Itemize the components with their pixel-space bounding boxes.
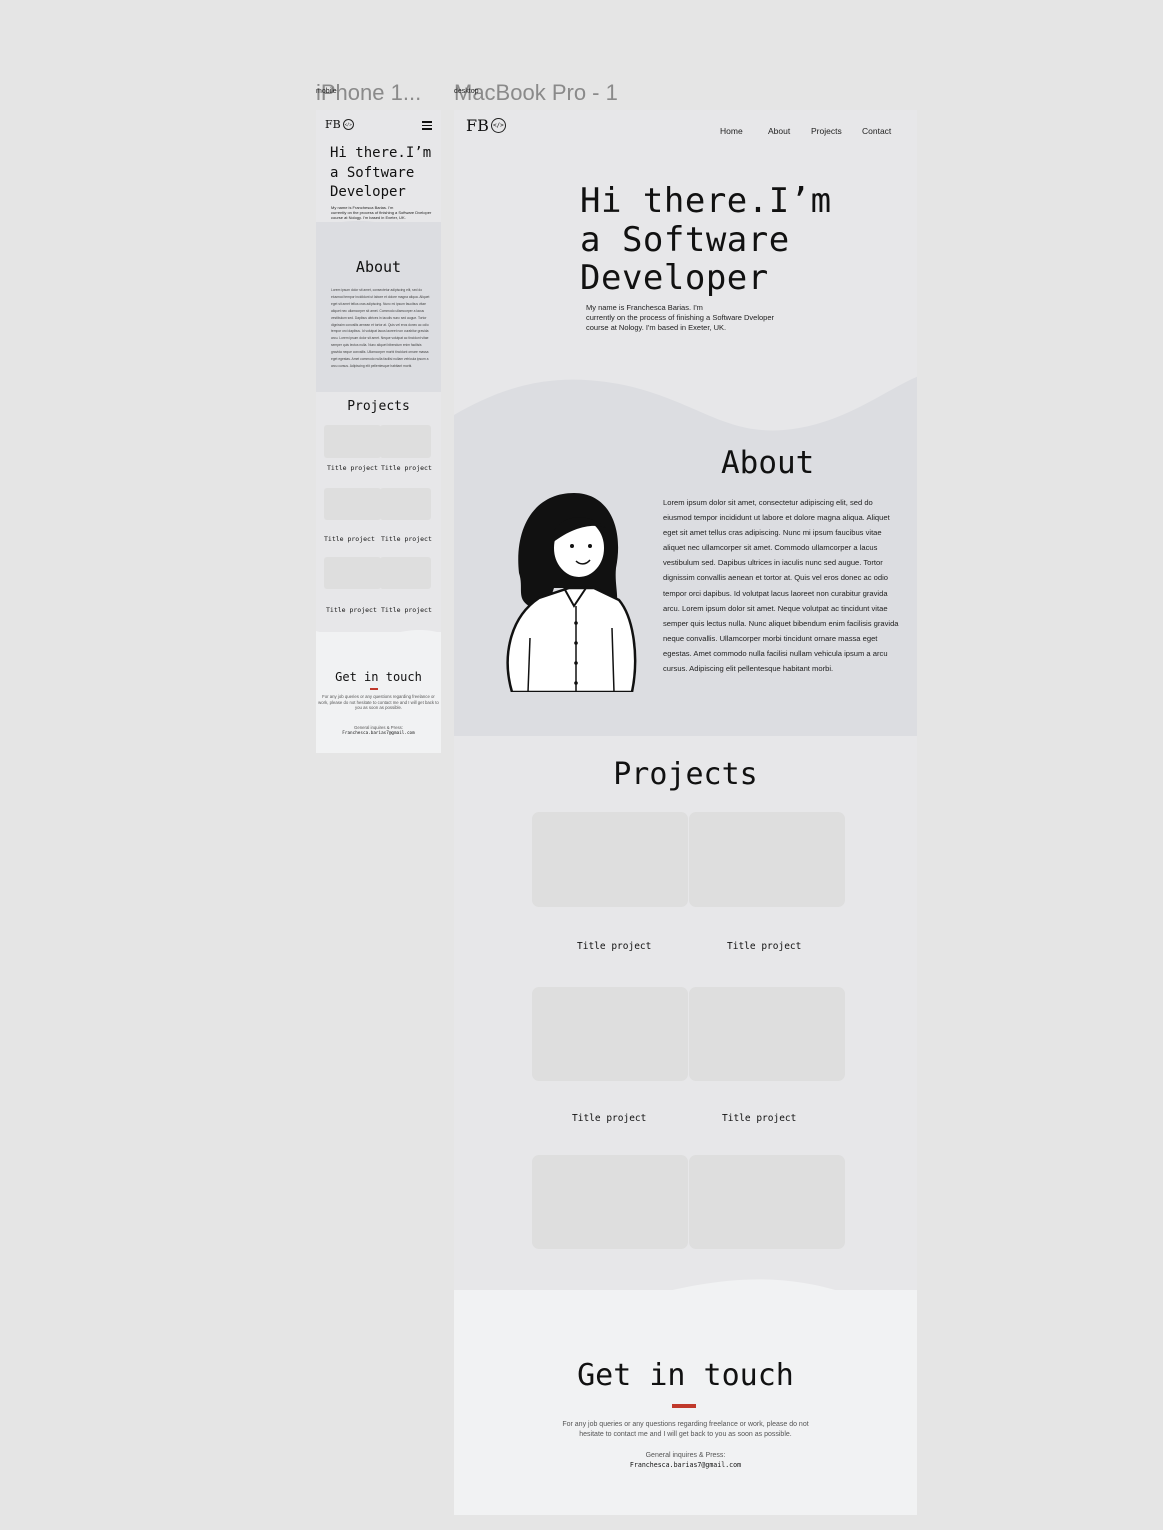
logo[interactable]: FB </> [325, 118, 354, 131]
project-title[interactable]: Title project [727, 941, 801, 952]
contact-title: Get in touch [335, 670, 422, 684]
contact-text-line-2: hesitate to contact me and I will get ba… [354, 699, 439, 711]
logo-text: FB [466, 116, 489, 135]
contact-text: For any job queries or any questions reg… [554, 1420, 817, 1439]
hero-line-3: Developer [580, 258, 769, 298]
desktop-frame-label: desktop [454, 88, 479, 95]
nav-about[interactable]: About [768, 126, 790, 136]
project-card[interactable] [532, 812, 688, 907]
nav-contact[interactable]: Contact [862, 126, 891, 136]
wave-divider [316, 629, 441, 641]
hamburger-menu-icon[interactable] [422, 121, 432, 132]
desktop-frame[interactable]: FB </> Home About Projects Contact Hi th… [454, 110, 917, 1515]
nav-projects[interactable]: Projects [811, 126, 842, 136]
hero-title: Hi there.I’m a Software Developer [580, 182, 900, 298]
project-card[interactable] [380, 488, 431, 520]
contact-section [454, 1290, 917, 1515]
about-text: Lorem ipsum dolor sit amet, consectetur … [331, 288, 430, 368]
project-card[interactable] [689, 987, 845, 1081]
hero-title: Hi there.I’m a Software Developer [330, 144, 438, 203]
project-card[interactable] [324, 488, 381, 520]
intro-line-3: course at Nology. I'm based in Exeter, U… [586, 323, 727, 332]
nav-home[interactable]: Home [720, 126, 743, 136]
project-title[interactable]: Title project [324, 535, 375, 543]
project-card[interactable] [380, 425, 431, 458]
project-card[interactable] [689, 812, 845, 907]
project-title[interactable]: Title project [381, 535, 432, 543]
mobile-frame-label: mobile [316, 88, 337, 95]
hero-line-1: Hi there.I’m [580, 181, 832, 221]
contact-text-line-1: For any job queries or any questions reg… [562, 1421, 809, 1428]
hero-intro: My name is Franchesca Barias. I'm curren… [586, 303, 791, 333]
project-card[interactable] [689, 1155, 845, 1249]
logo[interactable]: FB </> [466, 116, 506, 135]
about-title: About [355, 258, 402, 276]
hero-line-3: Developer [330, 184, 406, 200]
contact-text-line-2: hesitate to contact me and I will get ba… [579, 1430, 792, 1438]
project-title[interactable]: Title project [326, 606, 377, 614]
general-inquiries-label: General inquires & Press: [354, 725, 403, 730]
project-card[interactable] [532, 987, 688, 1081]
contact-text: For any job queries or any questions reg… [318, 694, 439, 711]
hero-line-2: a Software [580, 219, 790, 260]
wave-divider [316, 221, 441, 232]
code-icon: </> [342, 119, 354, 130]
mobile-frame[interactable]: FB </> Hi there.I’m a Software Developer… [316, 110, 441, 753]
projects-title: Projects [613, 757, 758, 792]
project-card[interactable] [324, 425, 381, 458]
project-card[interactable] [532, 1155, 688, 1249]
hero-line-1: Hi there.I’m [330, 145, 432, 161]
code-icon: </> [490, 118, 506, 133]
project-card[interactable] [380, 557, 431, 589]
general-inquiries-label: General inquires & Press: [645, 1452, 726, 1459]
logo-text: FB [325, 118, 341, 131]
contact-email[interactable]: Franchesca.barias7@gmail.com [454, 1461, 917, 1469]
project-title[interactable]: Title project [572, 1113, 646, 1124]
project-card[interactable] [324, 557, 381, 589]
project-title[interactable]: Title project [381, 606, 432, 614]
project-title[interactable]: Title project [577, 941, 651, 952]
intro-line-1: My name is Franchesca Barias. I'm [586, 303, 703, 312]
about-text: Lorem ipsum dolor sit amet, consectetur … [663, 498, 899, 674]
developer-avatar-illustration [506, 493, 637, 692]
contact-email[interactable]: Franchesca.barias7@gmail.com [316, 731, 441, 736]
about-title: About [721, 445, 815, 481]
intro-line-2: currently on the process of finishing a … [586, 313, 775, 322]
accent-underline [370, 688, 378, 690]
hero-line-2: a Software [330, 164, 415, 181]
project-title[interactable]: Title project [327, 464, 378, 472]
project-title[interactable]: Title project [381, 464, 432, 472]
accent-underline [672, 1404, 696, 1408]
wave-divider [454, 376, 917, 445]
contact-title: Get in touch [577, 1358, 794, 1393]
projects-title: Projects [347, 399, 410, 414]
project-title[interactable]: Title project [722, 1113, 796, 1124]
